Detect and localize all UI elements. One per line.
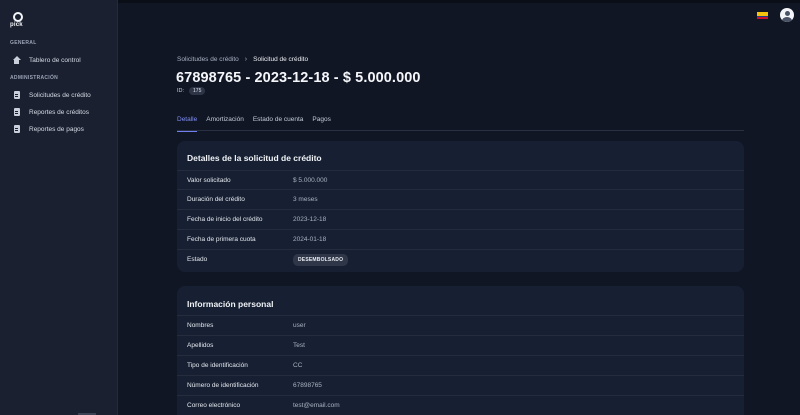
detail-row: Valor solicitado $ 5.000.000 [177,170,744,190]
detail-row: Fecha de primera cuota 2024-01-18 [177,229,744,249]
detail-value: 2024-01-18 [293,236,327,243]
detail-value: Test [293,342,305,349]
id-label: ID: [177,88,185,94]
detail-row: Nombres user [177,315,744,335]
detail-value: CC [293,362,303,369]
detail-label: Fecha de primera cuota [187,236,256,243]
breadcrumb-parent-link[interactable]: Solicitudes de crédito [177,56,239,63]
sidebar-item-solicitudes-de-credito[interactable]: Solicitudes de crédito [12,88,91,102]
personal-info-card: Información personal Nombres user Apelli… [177,286,744,415]
colombia-flag-icon[interactable] [757,12,768,19]
nav-section-general: GENERAL [10,40,37,46]
user-avatar-icon[interactable] [780,8,794,22]
detail-label: Duración del crédito [187,196,245,203]
document-icon [12,91,21,100]
detail-value: test@email.com [293,402,340,409]
id-badge: 175 [189,87,206,95]
logo-ring-icon [13,12,23,22]
sidebar: pick GENERAL Tablero de control ADMINIST… [0,0,118,415]
sidebar-item-tablero-de-control[interactable]: Tablero de control [12,53,81,67]
top-border [0,0,800,3]
detail-row: Correo electrónico test@email.com [177,395,744,415]
detail-row: Número de identificación 67898765 [177,375,744,395]
detail-label: Nombres [187,322,214,329]
nav-section-administracion: ADMINISTRACIÓN [10,75,59,81]
detail-value: user [293,322,306,329]
detail-row: Tipo de identificación CC [177,355,744,375]
logo-text: pick [10,22,23,28]
document-icon [12,108,21,117]
sidebar-item-label: Reportes de créditos [29,108,89,116]
chevron-right-icon: › [244,56,248,63]
detail-label: Correo electrónico [187,402,241,409]
sidebar-item-label: Solicitudes de crédito [29,91,91,99]
sidebar-item-reportes-de-creditos[interactable]: Reportes de créditos [12,105,89,119]
app-logo[interactable]: pick [10,12,26,28]
id-row: ID: 175 [177,87,206,95]
status-badge: DESEMBOLSADO [293,254,349,266]
detail-label: Valor solicitado [187,177,231,184]
breadcrumb-current: Solicitud de crédito [253,56,309,63]
document-icon [12,125,21,134]
detail-row: Fecha de inicio del crédito 2023-12-18 [177,209,744,229]
detail-label: Tipo de identificación [187,362,248,369]
card-title: Detalles de la solicitud de crédito [187,153,322,163]
detail-label: Número de identificación [187,382,259,389]
home-icon [12,56,21,65]
sidebar-item-label: Tablero de control [29,56,81,64]
detail-value: 3 meses [293,196,318,203]
tab-detalle[interactable]: Detalle [177,115,198,132]
detail-value: 2023-12-18 [293,216,327,223]
tab-pagos[interactable]: Pagos [312,115,330,131]
breadcrumb: Solicitudes de crédito › Solicitud de cr… [177,56,308,63]
detail-label: Apellidos [187,342,214,349]
sidebar-item-reportes-de-pagos[interactable]: Reportes de pagos [12,122,84,136]
tab-estado-de-cuenta[interactable]: Estado de cuenta [253,115,304,131]
card-title: Información personal [187,299,274,309]
detail-row: Apellidos Test [177,335,744,355]
tab-bar: Detalle Amortización Estado de cuenta Pa… [177,115,744,132]
detail-value: $ 5.000.000 [293,177,328,184]
detail-label: Fecha de inicio del crédito [187,216,263,223]
detail-row: Estado DESEMBOLSADO [177,249,744,272]
detail-row: Duración del crédito 3 meses [177,189,744,209]
sidebar-item-label: Reportes de pagos [29,125,84,133]
detail-label: Estado [187,256,208,263]
detail-value: 67898765 [293,382,322,389]
page-title: 67898765 - 2023-12-18 - $ 5.000.000 [176,70,421,86]
credit-details-card: Detalles de la solicitud de crédito Valo… [177,141,744,272]
tab-amortizacion[interactable]: Amortización [206,115,244,131]
